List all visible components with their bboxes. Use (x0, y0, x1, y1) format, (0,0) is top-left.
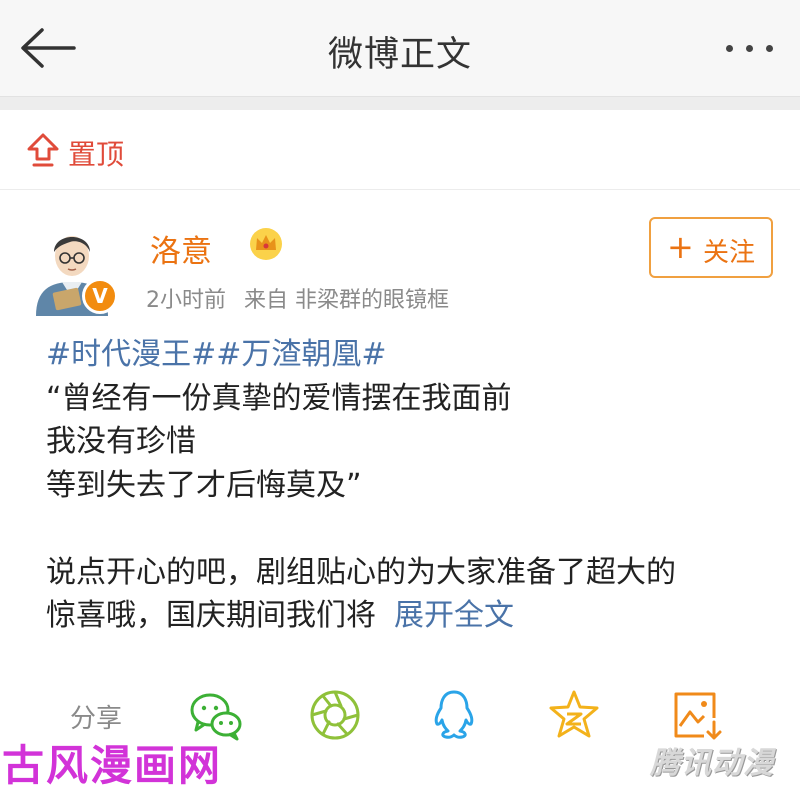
top-bar: 微博正文 (0, 0, 800, 96)
more-button[interactable] (722, 34, 778, 62)
post-content: #时代漫王##万渣朝凰# “曾经有一份真挚的爱情摆在我面前 我没有珍惜 等到失去… (46, 333, 766, 638)
save-image-icon[interactable] (668, 688, 724, 742)
pinned-label: 置顶 (68, 138, 125, 171)
qq-icon[interactable] (426, 688, 482, 742)
page-title: 微博正文 (327, 35, 472, 75)
content-line (46, 507, 766, 551)
watermark-right: 腾讯动漫 (650, 746, 774, 781)
pin-top-icon (27, 133, 59, 167)
more-dots-icon (726, 45, 733, 52)
crown-icon[interactable] (248, 226, 284, 262)
content-line: “曾经有一份真挚的爱情摆在我面前 (46, 380, 512, 416)
content-line: 说点开心的吧，剧组贴心的为大家准备了超大的 (46, 554, 676, 590)
arrow-left-icon (21, 28, 76, 68)
source-prefix: 来自 (244, 288, 289, 313)
expand-full-text-link[interactable]: 展开全文 (394, 598, 514, 633)
post-meta: 2小时前 来自 非梁群的眼镜框 (146, 282, 449, 314)
moments-icon[interactable] (307, 688, 363, 742)
post-time: 2小时前 (146, 288, 226, 313)
share-label: 分享 (70, 704, 123, 734)
watermark-left: 古风漫画网 (2, 741, 223, 790)
hashtags[interactable]: #时代漫王##万渣朝凰# (46, 333, 766, 377)
follow-label: 关注 (703, 238, 756, 268)
content-line: 我没有珍惜 (46, 424, 196, 459)
author-name[interactable]: 洛意 (150, 226, 212, 271)
verified-badge: V (82, 278, 118, 314)
qzone-icon[interactable] (546, 688, 602, 742)
plus-icon: + (667, 228, 694, 266)
section-divider (0, 96, 800, 110)
follow-button[interactable]: + 关注 (649, 217, 773, 278)
post-source: 非梁群的眼镜框 (295, 288, 450, 313)
content-line-last: 惊喜哦，国庆期间我们将 展开全文 (46, 594, 766, 638)
back-button[interactable] (18, 26, 78, 70)
content-line: 等到失去了才后悔莫及” (46, 467, 362, 503)
content-text: 惊喜哦，国庆期间我们将 (46, 598, 376, 633)
